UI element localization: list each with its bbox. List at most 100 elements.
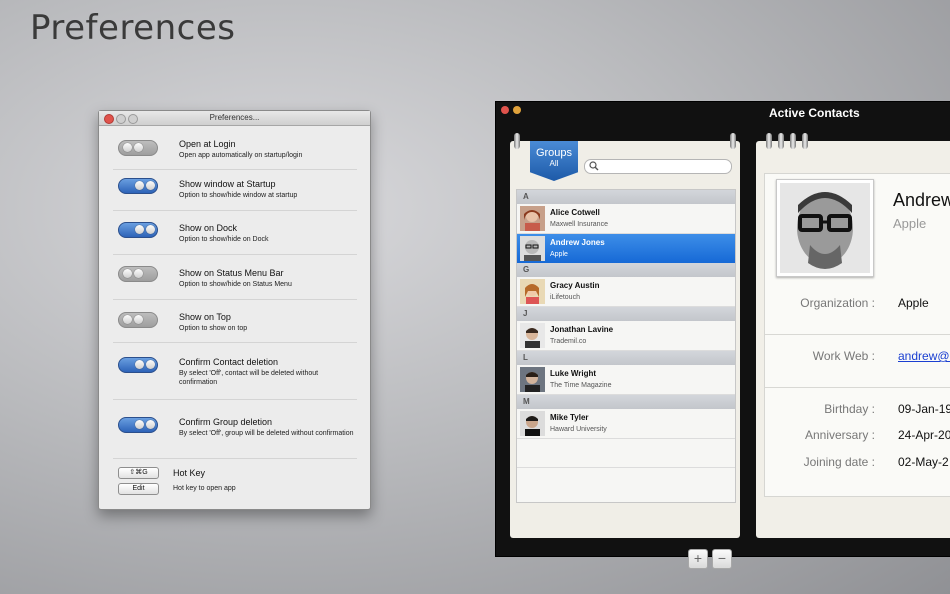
anniversary-label: Anniversary : [804, 428, 875, 442]
app-window-title: Active Contacts [769, 106, 860, 120]
contact-name: Andrew Jones [550, 238, 605, 247]
groups-tab[interactable]: Groups All [530, 141, 578, 181]
work-web-label: Work Web : [812, 349, 875, 363]
anniversary-value: 24-Apr-20 [898, 428, 950, 442]
minimize-window-button[interactable] [116, 114, 126, 124]
contact-name: Jonathan Lavine [550, 325, 614, 334]
show-on-status-menu-bar-toggle[interactable] [118, 266, 158, 282]
binder-ring-icon [730, 133, 736, 149]
binder-ring-icon [766, 133, 772, 149]
contact-org: Trademil.co [550, 338, 587, 345]
contact-portrait-image [780, 183, 870, 273]
contact-org: Maxwell Insurance [550, 221, 608, 228]
pref-title: Show on Dock [179, 223, 238, 233]
pref-row-confirm-group-deletion: Confirm Group deletion By select 'Off', … [113, 400, 357, 459]
app-close-button[interactable] [501, 106, 509, 114]
pref-row-confirm-contact-deletion: Confirm Contact deletion By select 'Off'… [113, 343, 357, 400]
organization-label: Organization : [800, 296, 875, 310]
contact-detail-name: Andrew [893, 190, 950, 210]
hotkey-edit-button[interactable]: Edit [118, 483, 159, 495]
contact-name: Mike Tyler [550, 413, 589, 422]
confirm-contact-deletion-toggle[interactable] [118, 357, 158, 373]
section-header: J [517, 307, 735, 321]
close-window-button[interactable] [104, 114, 114, 124]
pref-row-show-on-dock: Show on Dock Option to show/hide on Dock [113, 211, 357, 255]
preferences-window: Preferences... Open at Login Open app au… [98, 110, 371, 510]
search-icon [589, 161, 599, 171]
avatar [520, 367, 545, 392]
divider [765, 387, 950, 388]
section-header: M [517, 395, 735, 409]
section-header: L [517, 351, 735, 365]
open-at-login-toggle[interactable] [118, 140, 158, 156]
pref-description: Option to show on top [179, 325, 248, 332]
pref-description: By select 'Off', contact will be deleted… [179, 370, 319, 386]
empty-row [517, 439, 735, 468]
pref-description: Option to show/hide on Dock [179, 236, 269, 243]
contact-detail-pane: Andrew Apple Organization : Apple Work W… [756, 133, 950, 538]
contact-row[interactable]: Gracy Austin iLifetouch [517, 277, 735, 307]
confirm-group-deletion-toggle[interactable] [118, 417, 158, 433]
add-contact-button[interactable]: + [688, 549, 708, 569]
pref-title: Show on Top [179, 312, 231, 322]
birthday-value: 09-Jan-19 [898, 402, 950, 416]
binder-ring-icon [802, 133, 808, 149]
section-header: A [517, 190, 735, 204]
section-header: G [517, 263, 735, 277]
binder-ring-icon [778, 133, 784, 149]
avatar [520, 323, 545, 348]
contact-row[interactable]: Alice Cotwell Maxwell Insurance [517, 204, 735, 234]
remove-contact-button[interactable]: − [712, 549, 732, 569]
show-window-at-startup-toggle[interactable] [118, 178, 158, 194]
divider [765, 334, 950, 335]
work-web-link[interactable]: andrew@h [898, 349, 950, 363]
contact-detail-company: Apple [893, 216, 927, 231]
contacts-app-window: Active Contacts Groups All A Alice Cotwe… [495, 101, 950, 569]
search-input[interactable] [584, 159, 732, 174]
groups-sub-label: All [549, 159, 559, 168]
show-on-dock-toggle[interactable] [118, 222, 158, 238]
pref-row-open-at-login: Open at Login Open app automatically on … [113, 133, 357, 170]
pref-row-show-on-status-menu-bar: Show on Status Menu Bar Option to show/h… [113, 255, 357, 300]
pref-description: Option to show/hide window at startup [179, 192, 298, 199]
show-on-top-toggle[interactable] [118, 312, 158, 328]
contact-name: Alice Cotwell [550, 208, 600, 217]
contact-photo [776, 179, 874, 277]
pref-description: By select 'Off', group will be deleted w… [179, 430, 354, 437]
preferences-window-title: Preferences... [209, 113, 260, 122]
contact-card: Andrew Apple Organization : Apple Work W… [764, 173, 950, 497]
hotkey-title: Hot Key [173, 468, 206, 478]
page-hero-title: Preferences [30, 8, 236, 48]
binder-ring-icon [790, 133, 796, 149]
contact-row-selected[interactable]: Andrew Jones Apple [517, 234, 735, 264]
contact-name: Gracy Austin [550, 281, 600, 290]
avatar [520, 236, 545, 261]
organization-value: Apple [898, 296, 929, 310]
joining-date-label: Joining date : [803, 455, 875, 469]
contact-list: A Alice Cotwell Maxwell Insurance Andrew… [516, 189, 736, 503]
contact-org: Haward University [550, 426, 607, 433]
contact-row[interactable]: Luke Wright The Time Magazine [517, 365, 735, 395]
pref-description: Option to show/hide on Status Menu [179, 281, 292, 288]
pref-title: Confirm Group deletion [179, 417, 273, 427]
contact-name: Luke Wright [550, 369, 597, 378]
avatar [520, 206, 545, 231]
avatar [520, 411, 545, 436]
avatar [520, 279, 545, 304]
pref-row-show-window-at-startup: Show window at Startup Option to show/hi… [113, 170, 357, 211]
contact-org: iLifetouch [550, 294, 580, 301]
contact-org: Apple [550, 251, 568, 258]
contact-row[interactable]: Mike Tyler Haward University [517, 409, 735, 439]
pref-title: Open at Login [179, 139, 236, 149]
preferences-titlebar: Preferences... [99, 111, 370, 126]
pref-description: Open app automatically on startup/login [179, 152, 303, 159]
app-minimize-button[interactable] [513, 106, 521, 114]
contact-row[interactable]: Jonathan Lavine Trademil.co [517, 321, 735, 351]
zoom-window-button[interactable] [128, 114, 138, 124]
binder-ring-icon [514, 133, 520, 149]
hotkey-shortcut-field[interactable]: ⇧⌘G [118, 467, 159, 479]
pref-row-hot-key: ⇧⌘G Edit Hot Key Hot key to open app [113, 461, 357, 501]
joining-date-value: 02-May-2 [898, 455, 949, 469]
groups-pane: Groups All A Alice Cotwell Maxwell Insur… [510, 133, 740, 569]
pref-title: Show window at Startup [179, 179, 276, 189]
